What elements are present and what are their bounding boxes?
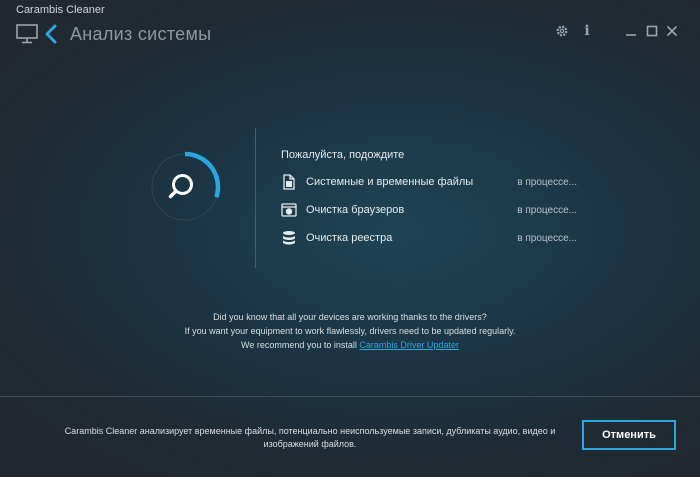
tip-line-1: Did you know that all your devices are w… xyxy=(213,312,487,322)
back-icon[interactable] xyxy=(44,24,58,44)
page-title: Анализ системы xyxy=(70,24,212,44)
tip-line-2: If you want your equipment to work flawl… xyxy=(184,326,516,336)
maximize-icon[interactable] xyxy=(645,20,659,42)
monitor-icon[interactable] xyxy=(16,24,38,44)
app-name: Carambis Cleaner xyxy=(16,4,105,16)
task-status: в процессе... xyxy=(517,232,577,244)
minimize-icon[interactable] xyxy=(624,20,638,42)
task-label: Системные и временные файлы xyxy=(306,176,474,188)
document-icon xyxy=(283,174,295,190)
task-status: в процессе... xyxy=(517,176,577,188)
task-label: Очистка реестра xyxy=(306,232,393,244)
scan-progress-spinner xyxy=(151,151,221,221)
task-status: в процессе... xyxy=(517,204,577,216)
task-row-system-files: Системные и временные файлы в процессе..… xyxy=(281,172,577,192)
magnifier-icon xyxy=(168,174,193,199)
footer-divider xyxy=(0,396,700,397)
database-icon xyxy=(283,231,295,245)
gear-icon[interactable] xyxy=(554,20,570,42)
driver-updater-link[interactable]: Carambis Driver Updater xyxy=(359,340,459,350)
task-row-registry: Очистка реестра в процессе... xyxy=(281,228,577,248)
wait-heading: Пожалуйста, подождите xyxy=(281,149,405,161)
info-icon[interactable]: i xyxy=(581,20,593,42)
tip-line-3: We recommend you to install Carambis Dri… xyxy=(0,338,700,352)
browser-icon xyxy=(281,203,297,217)
tip-line-3-text: We recommend you to install xyxy=(241,340,360,350)
task-label: Очистка браузеров xyxy=(306,204,405,216)
close-icon[interactable] xyxy=(665,20,679,42)
driver-tip: Did you know that all your devices are w… xyxy=(0,310,700,352)
footer-description: Carambis Cleaner анализирует временные ф… xyxy=(64,426,556,449)
vertical-divider xyxy=(255,128,256,268)
cancel-button[interactable]: Отменить xyxy=(582,420,676,450)
task-row-browsers: Очистка браузеров в процессе... xyxy=(281,200,577,220)
